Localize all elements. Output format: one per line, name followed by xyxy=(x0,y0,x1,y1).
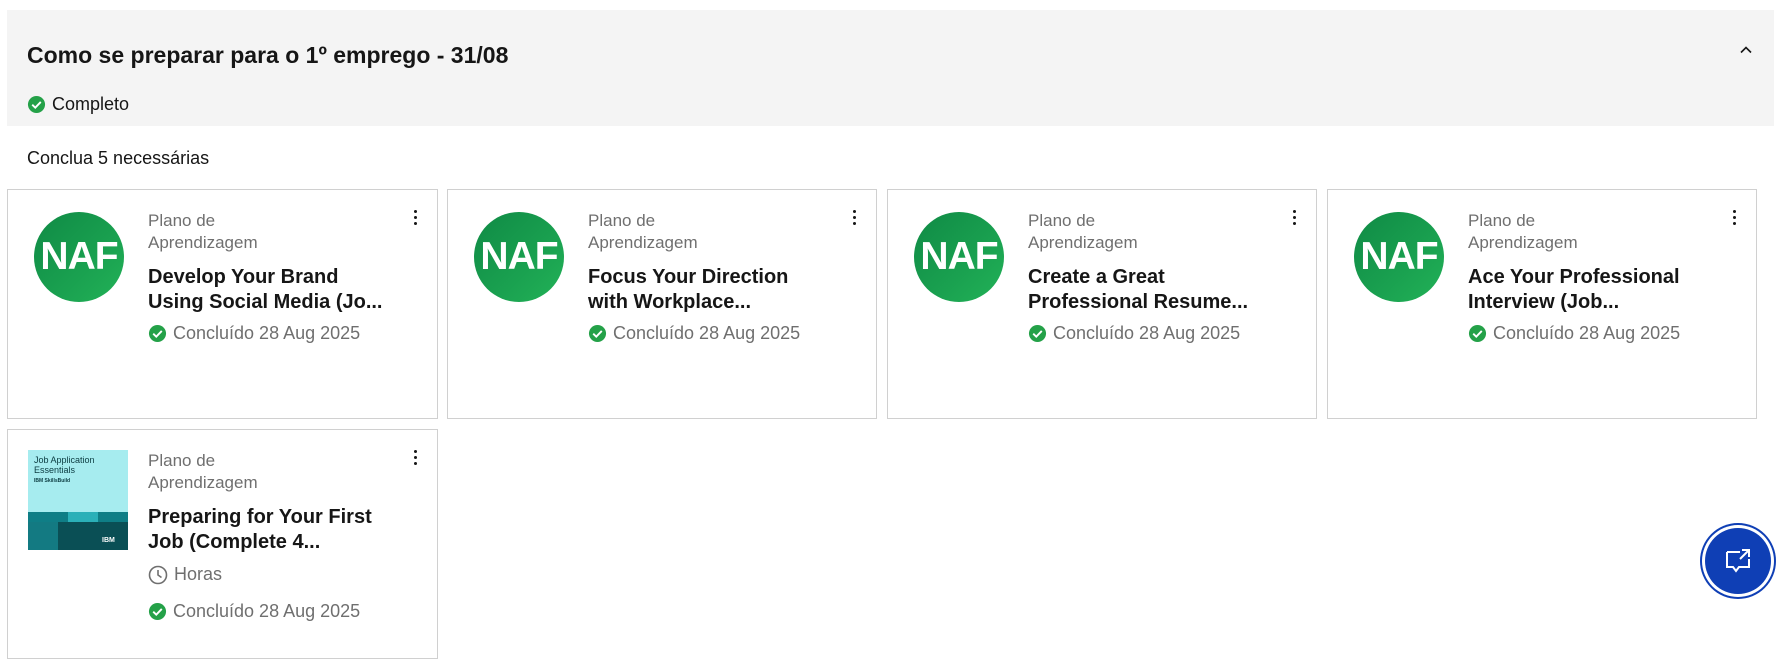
status-label: Completo xyxy=(52,94,130,114)
overflow-menu-vertical-icon[interactable] xyxy=(1286,206,1302,228)
checkmark-filled-icon xyxy=(148,602,167,621)
learning-plan-card[interactable]: NAF Plano de Aprendizagem Develop Your B… xyxy=(7,189,438,419)
chat-launch-button[interactable] xyxy=(1705,528,1771,594)
completion-status: Concluído 28 Aug 2025 xyxy=(148,601,360,622)
overflow-menu-vertical-icon[interactable] xyxy=(1726,206,1742,228)
completed-date: Concluído 28 Aug 2025 xyxy=(1493,323,1681,343)
learning-plan-card[interactable]: Job Application Essentials IBM SkillsBui… xyxy=(7,429,438,659)
card-thumbnail: NAF xyxy=(914,212,1004,302)
checkmark-filled-icon xyxy=(27,95,46,114)
card-title-link[interactable]: Focus Your Direction with Workplace... xyxy=(588,265,828,315)
chat-launch-icon xyxy=(1726,549,1750,573)
duration-label: Horas xyxy=(174,564,223,584)
card-title-link[interactable]: Preparing for Your First Job (Complete 4… xyxy=(148,505,388,555)
ibm-logo: IBM xyxy=(102,537,115,544)
learning-plan-card[interactable]: NAF Plano de Aprendizagem Create a Great… xyxy=(887,189,1317,419)
requirement-text: Conclua 5 necessárias xyxy=(27,148,210,168)
checkmark-filled-icon xyxy=(588,324,607,343)
checkmark-filled-icon xyxy=(148,324,167,343)
overflow-menu-vertical-icon[interactable] xyxy=(407,446,423,468)
card-kind: Plano de Aprendizagem xyxy=(148,211,258,252)
section-status: Completo xyxy=(27,94,129,115)
overflow-menu-vertical-icon[interactable] xyxy=(846,206,862,228)
card-kind: Plano de Aprendizagem xyxy=(148,451,258,492)
completed-date: Concluído 28 Aug 2025 xyxy=(1053,323,1241,343)
clock-icon xyxy=(148,565,168,584)
completed-date: Concluído 28 Aug 2025 xyxy=(173,323,361,343)
learning-section-header[interactable]: Como se preparar para o 1º emprego - 31/… xyxy=(7,10,1774,126)
card-title-link[interactable]: Develop Your Brand Using Social Media (J… xyxy=(148,265,388,315)
naf-logo: NAF xyxy=(40,235,118,278)
card-kind: Plano de Aprendizagem xyxy=(1028,211,1138,252)
learning-plan-card[interactable]: NAF Plano de Aprendizagem Focus Your Dir… xyxy=(447,189,877,419)
collapse-button[interactable] xyxy=(1734,38,1758,62)
card-thumbnail: Job Application Essentials IBM SkillsBui… xyxy=(28,450,128,550)
naf-logo: NAF xyxy=(480,235,558,278)
checkmark-filled-icon xyxy=(1028,324,1047,343)
card-kind: Plano de Aprendizagem xyxy=(588,211,698,252)
completion-status: Concluído 28 Aug 2025 xyxy=(1468,323,1680,344)
section-title: Como se preparar para o 1º emprego - 31/… xyxy=(27,42,509,68)
thumbnail-brand: IBM SkillsBuild xyxy=(34,478,71,484)
checkmark-filled-icon xyxy=(1468,324,1487,343)
completed-date: Concluído 28 Aug 2025 xyxy=(613,323,801,343)
overflow-menu-vertical-icon[interactable] xyxy=(407,206,423,228)
naf-logo: NAF xyxy=(1360,235,1438,278)
card-thumbnail: NAF xyxy=(474,212,564,302)
card-thumbnail: NAF xyxy=(34,212,124,302)
card-thumbnail: NAF xyxy=(1354,212,1444,302)
duration: Horas xyxy=(148,564,222,585)
completion-status: Concluído 28 Aug 2025 xyxy=(588,323,800,344)
completion-status: Concluído 28 Aug 2025 xyxy=(148,323,360,344)
card-kind: Plano de Aprendizagem xyxy=(1468,211,1578,252)
naf-logo: NAF xyxy=(920,235,998,278)
card-title-link[interactable]: Create a Great Professional Resume... xyxy=(1028,265,1268,315)
chevron-up-icon xyxy=(1740,46,1752,54)
completed-date: Concluído 28 Aug 2025 xyxy=(173,601,361,621)
thumbnail-title: Job Application Essentials xyxy=(34,455,95,475)
learning-plan-card[interactable]: NAF Plano de Aprendizagem Ace Your Profe… xyxy=(1327,189,1757,419)
card-title-link[interactable]: Ace Your Professional Interview (Job... xyxy=(1468,265,1708,315)
completion-status: Concluído 28 Aug 2025 xyxy=(1028,323,1240,344)
